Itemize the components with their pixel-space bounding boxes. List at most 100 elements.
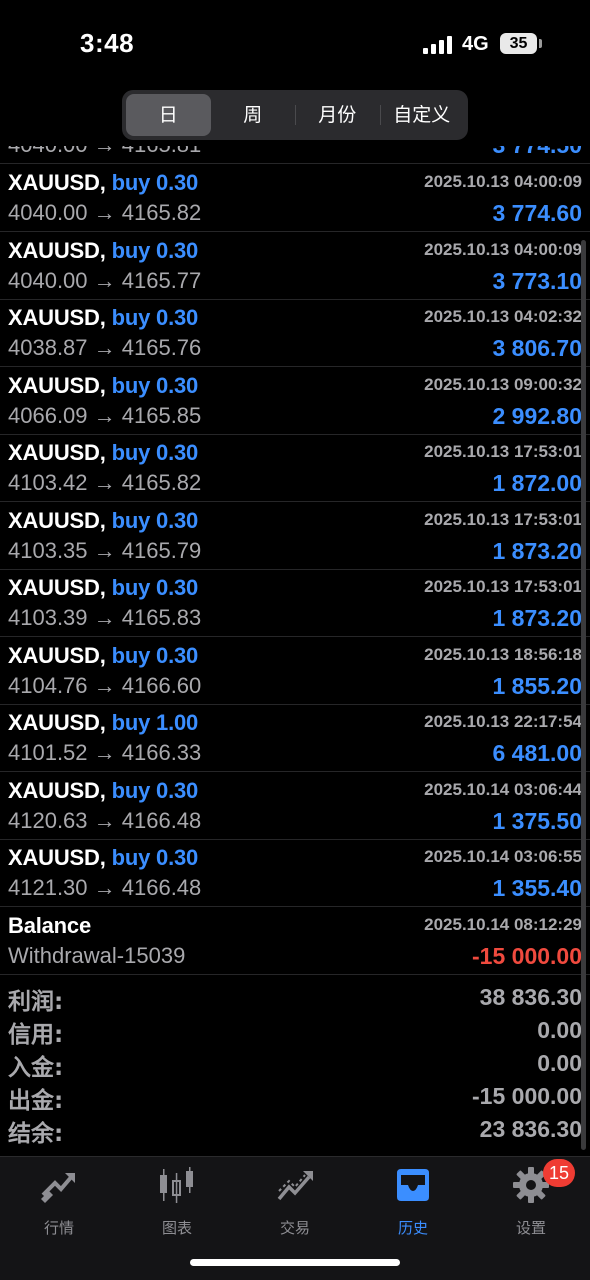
deal-time: 2025.10.13 04:02:32 [424,307,582,326]
deal-time: 2025.10.13 17:53:01 [424,442,582,461]
deal-symbol: XAUUSD, buy 0.30 [8,440,198,466]
deal-symbol: XAUUSD, buy 0.30 [8,238,198,264]
summary-withdrawal: 出金: -15 000.00 [0,1081,590,1114]
symbol-name: XAUUSD, [8,238,106,263]
summary-label: 利润: [8,989,64,1015]
deal-prices: 4121.30 → 4166.48 [8,875,202,900]
deal-symbol: XAUUSD, buy 0.30 [8,845,198,871]
candlestick-chart-icon [160,1167,193,1203]
deal-symbol: XAUUSD, buy 0.30 [8,778,198,804]
list-item[interactable]: XAUUSD, buy 0.30 2025.10.14 03:06:44 4120… [0,772,590,840]
tab-label: 历史 [397,1219,428,1237]
scrollbar[interactable] [581,240,586,1150]
deal-prices: 4103.39 → 4165.83 [8,605,202,630]
deal-time: 2025.10.13 17:53:01 [424,510,582,529]
deal-prices: 4040.00 → 4165.77 [8,268,202,293]
symbol-name: XAUUSD, [8,170,106,195]
symbol-name: XAUUSD, [8,710,106,735]
cellular-signal-icon [423,36,453,54]
deal-direction: buy 0.30 [111,508,199,533]
summary-value: 38 836.30 [479,984,582,1010]
tab-custom[interactable]: 自定义 [379,94,465,136]
deal-time: 2025.10.13 17:53:01 [424,577,582,596]
deal-direction: buy 0.30 [111,643,199,668]
deal-prices: 4103.42 → 4165.82 [8,470,202,495]
home-indicator[interactable] [190,1259,400,1266]
deal-direction: buy 0.30 [111,440,199,465]
battery-icon: 35 [500,33,537,54]
deal-time: 2025.10.13 18:56:18 [424,645,582,664]
list-item[interactable]: XAUUSD, buy 0.30 2025.10.13 17:53:01 4103… [0,434,590,502]
deal-direction: buy 0.30 [111,238,199,263]
deal-prices: 4040.00 → 4165.82 [8,200,202,225]
deal-symbol: XAUUSD, buy 0.30 [8,575,198,601]
history-list[interactable]: 4040.00 → 4165.81 3 774.50 XAUUSD,buy 0.… [0,0,590,1160]
list-item[interactable]: XAUUSD, buy 0.30 2025.10.14 03:06:55 4121… [0,839,590,907]
symbol-name: XAUUSD, [8,778,106,803]
tab-week[interactable]: 周 [211,94,296,136]
tab-label: 设置 [515,1219,546,1237]
deal-time: 2025.10.13 04:00:09 [424,240,582,259]
list-item[interactable]: XAUUSD, buy 0.30 2025.10.13 04:02:32 4038… [0,299,590,367]
period-segmented-control: 日 周 月份 自定义 [122,90,468,140]
deal-symbol: XAUUSD, buy 0.30 [8,643,198,669]
deal-time: 2025.10.13 09:00:32 [424,375,582,394]
tab-label: 行情 [43,1219,74,1237]
trade-trend-icon [277,1171,313,1201]
summary-balance: 结余: 23 836.30 [0,1114,590,1147]
tab-trade[interactable]: 交易 [236,1165,354,1237]
summary-profit: 利润: 38 836.30 [0,982,590,1015]
symbol-name: XAUUSD, [8,373,106,398]
deal-time: 2025.10.13 22:17:54 [424,712,582,731]
deal-direction: buy 0.30 [111,305,199,330]
deal-prices: 4101.52 → 4166.33 [8,740,202,765]
period-selector-bar: 日 周 月份 自定义 [0,88,590,146]
deal-prices: 4038.87 → 4165.76 [8,335,202,360]
deal-time: 2025.10.14 03:06:44 [424,780,582,799]
status-time: 3:48 [80,28,135,58]
battery-tip [539,39,542,48]
deal-prices: 4103.35 → 4165.79 [8,538,202,563]
list-item[interactable]: XAUUSD, buy 0.30 2025.10.13 09:00:32 4066… [0,367,590,435]
deal-prices: 4120.63 → 4166.48 [8,808,202,833]
deal-symbol: XAUUSD, buy 0.30 [8,373,198,399]
tab-quotes[interactable]: 行情 [0,1165,118,1237]
symbol-name: XAUUSD, [8,305,106,330]
list-item[interactable]: XAUUSD, buy 0.30 2025.10.13 04:00:09 4040… [0,232,590,300]
deal-profit: 1 872.00 [492,470,582,496]
symbol-name: XAUUSD, [8,643,106,668]
list-item[interactable]: XAUUSD, buy 1.00 2025.10.13 22:17:54 4101… [0,704,590,772]
deal-direction: buy 0.30 [111,170,199,195]
list-item[interactable]: XAUUSD, buy 0.30 2025.10.13 04:00:09 4040… [0,164,590,232]
deal-profit: 1 855.20 [492,673,582,699]
deal-profit: 1 375.50 [492,808,582,834]
symbol-name: XAUUSD, [8,845,106,870]
list-item[interactable]: XAUUSD, buy 0.30 2025.10.13 17:53:01 4103… [0,569,590,637]
deal-symbol: XAUUSD, buy 0.30 [8,508,198,534]
settings-notification-badge: 15 [543,1159,576,1187]
tab-day[interactable]: 日 [126,94,211,136]
balance-operation-row[interactable]: Balance 2025.10.14 08:12:29 Withdrawal-1… [0,907,590,975]
tab-label: 交易 [279,1219,310,1237]
deal-symbol: XAUUSD, buy 0.30 [8,305,198,331]
tab-label: 图表 [161,1219,192,1237]
symbol-name: XAUUSD, [8,508,106,533]
status-bar: 3:48 4G 35 [0,0,590,88]
deal-direction: buy 0.30 [111,845,199,870]
deal-time: 2025.10.13 04:00:09 [424,172,582,191]
deal-prices: 4066.09 → 4165.85 [8,403,202,428]
tab-month[interactable]: 月份 [295,94,380,136]
symbol-name: XAUUSD, [8,440,106,465]
deal-time: 2025.10.14 03:06:55 [424,847,582,866]
list-item[interactable]: XAUUSD, buy 0.30 2025.10.13 18:56:18 4104… [0,637,590,705]
summary-label: 入金: [8,1055,64,1081]
quotes-arrows-icon [41,1173,75,1203]
summary-label: 信用: [8,1022,64,1048]
list-item[interactable]: XAUUSD, buy 0.30 2025.10.13 17:53:01 4103… [0,502,590,570]
tab-charts[interactable]: 图表 [118,1165,236,1237]
deal-direction: buy 0.30 [111,778,199,803]
account-summary: 利润: 38 836.30 信用: 0.00 入金: 0.00 出金: -15 … [0,982,590,1147]
tab-history[interactable]: 历史 [354,1165,472,1237]
summary-value: 0.00 [537,1050,582,1076]
summary-deposit: 入金: 0.00 [0,1048,590,1081]
